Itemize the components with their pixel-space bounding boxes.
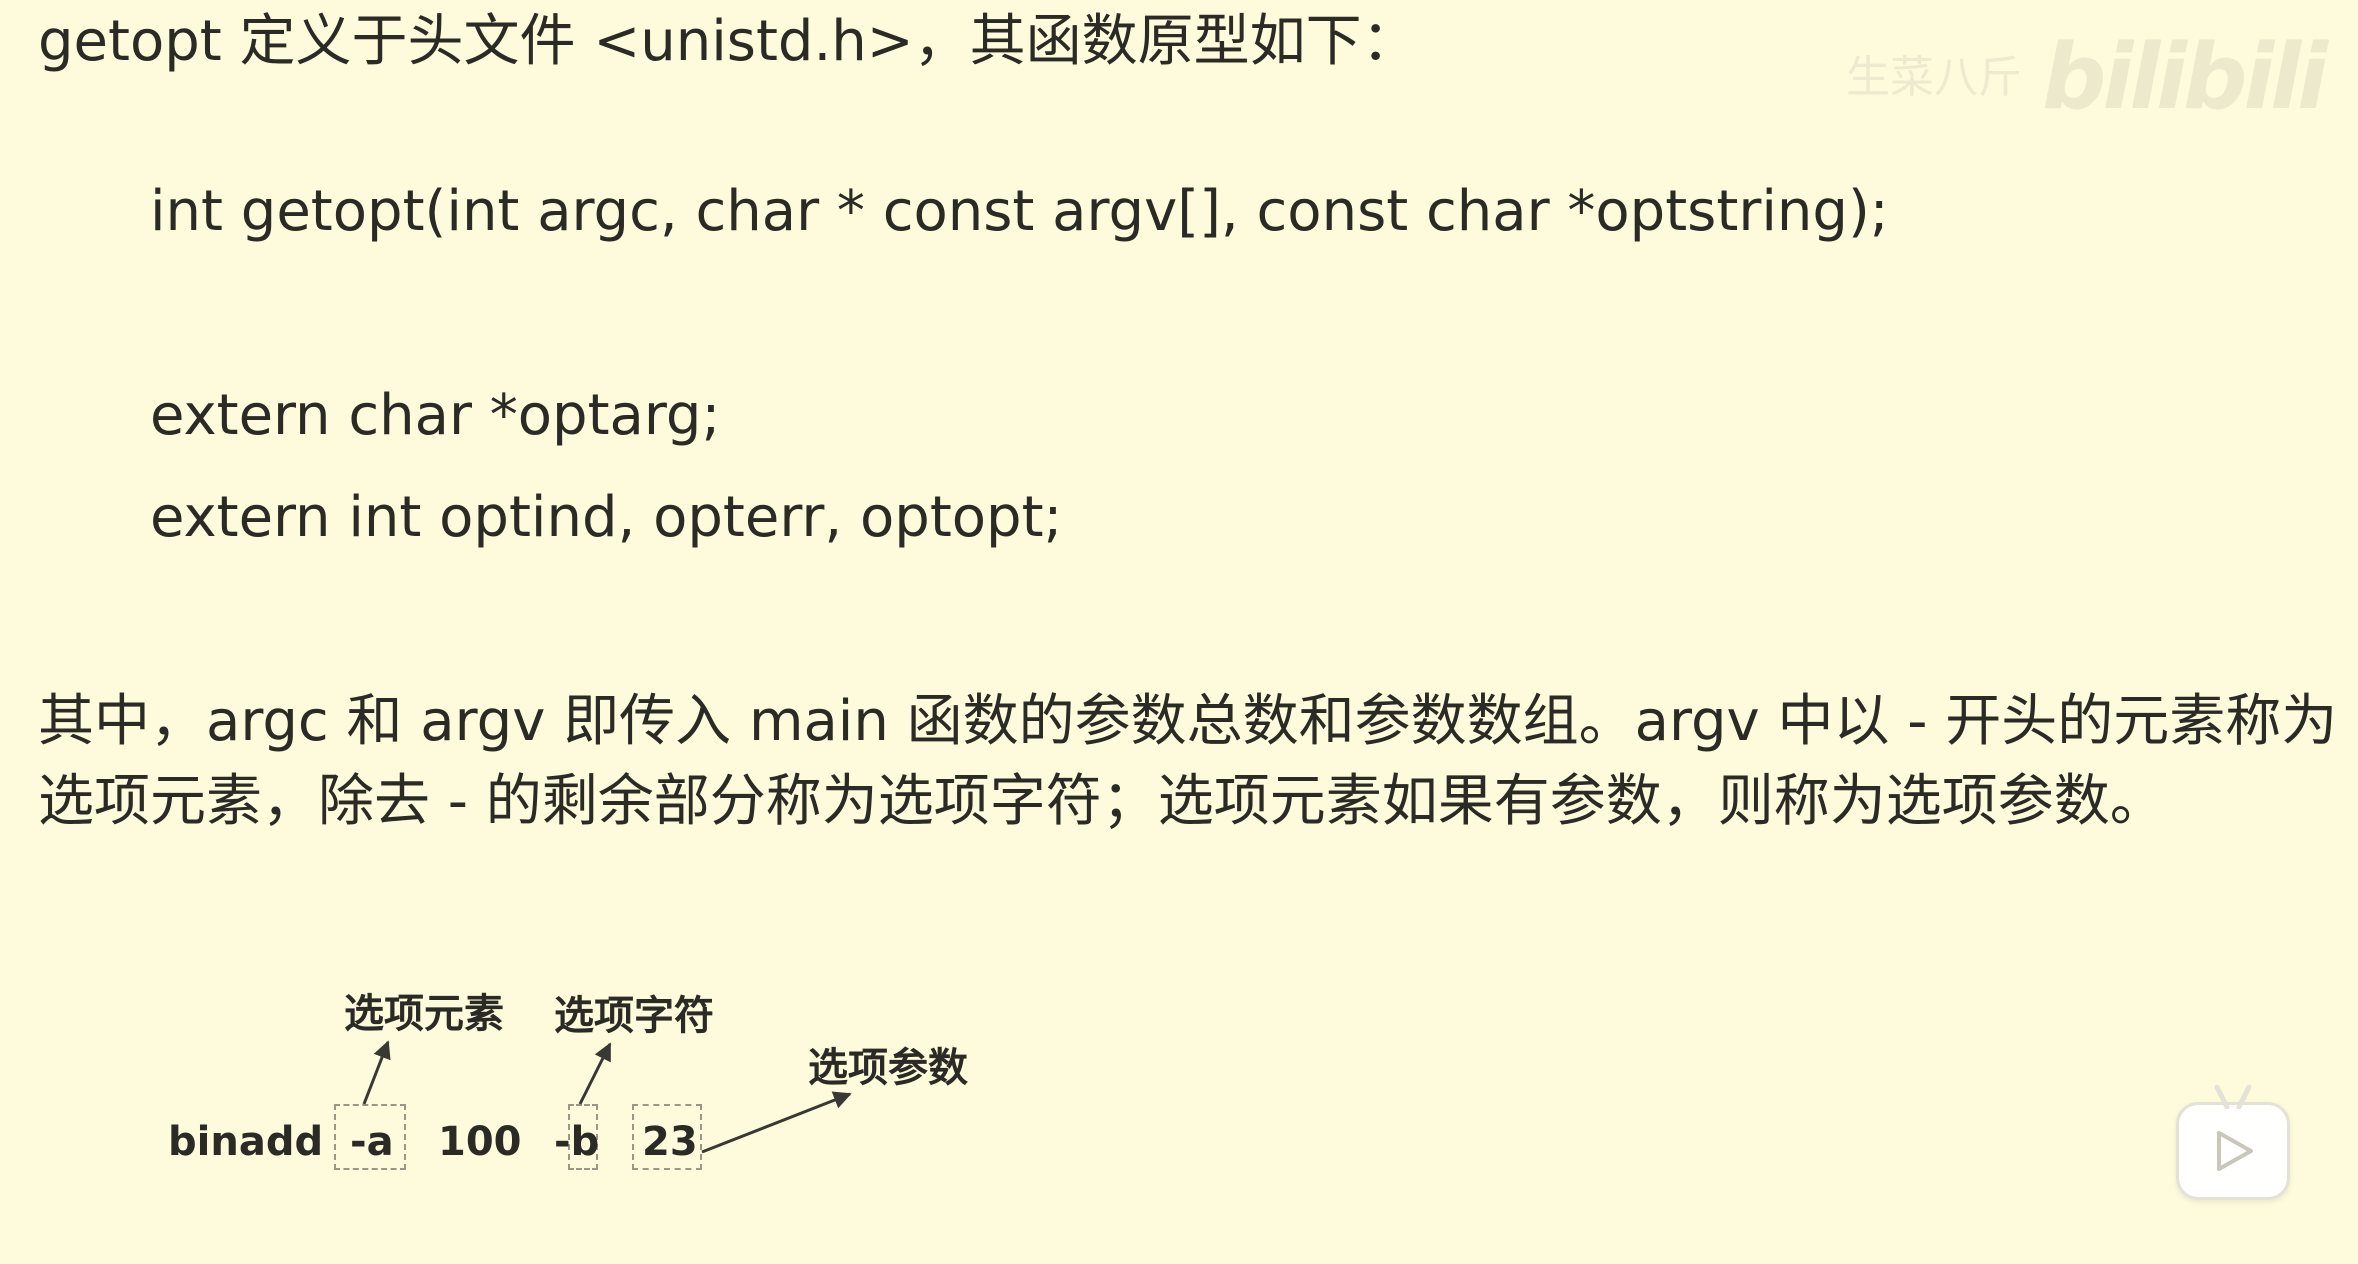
explanation-line-1: 其中，argc 和 argv 即传入 main 函数的参数总数和参数数组。arg…: [38, 689, 2338, 754]
option-arg-box: [632, 1104, 702, 1170]
watermark-author: 生菜八斤: [1846, 52, 2023, 103]
label-option-char: 选项字符: [554, 993, 714, 1039]
tv-ears-icon: [2214, 1085, 2252, 1109]
cmd-token-binadd: binadd: [168, 1119, 324, 1165]
arrow-option-char: [578, 1042, 612, 1105]
bilibili-logo: bilibili: [2042, 25, 2328, 130]
explanation-line-2: 选项元素，除去 - 的剩余部分称为选项字符；选项元素如果有参数，则称为选项参数。: [38, 769, 2166, 834]
label-option-arg: 选项参数: [808, 1045, 968, 1091]
play-icon: [2217, 1131, 2253, 1171]
label-option-element: 选项元素: [344, 991, 504, 1037]
cmd-token-b: -b: [554, 1119, 600, 1165]
bilibili-watermark: 生菜八斤 bilibili: [1846, 25, 2328, 130]
slide: getopt 定义于头文件 <unistd.h>，其函数原型如下： int ge…: [0, 0, 2358, 1264]
optarg-declaration: extern char *optarg;: [150, 383, 721, 448]
play-button[interactable]: [2176, 1085, 2290, 1200]
option-char-box: [568, 1104, 598, 1170]
cmd-token-100: 100: [438, 1119, 522, 1165]
getopt-prototype: int getopt(int argc, char * const argv[]…: [150, 179, 1889, 244]
explanation-paragraph: 其中，argc 和 argv 即传入 main 函数的参数总数和参数数组。arg…: [38, 682, 2338, 842]
arrow-option-element: [362, 1040, 391, 1105]
optind-declaration: extern int optind, opterr, optopt;: [150, 485, 1063, 550]
cmd-token-23: 23: [642, 1119, 698, 1165]
option-element-box: [334, 1104, 406, 1170]
arrow-option-arg: [701, 1091, 852, 1154]
intro-text: getopt 定义于头文件 <unistd.h>，其函数原型如下：: [38, 9, 1418, 74]
cmd-token-a: -a: [350, 1119, 394, 1165]
